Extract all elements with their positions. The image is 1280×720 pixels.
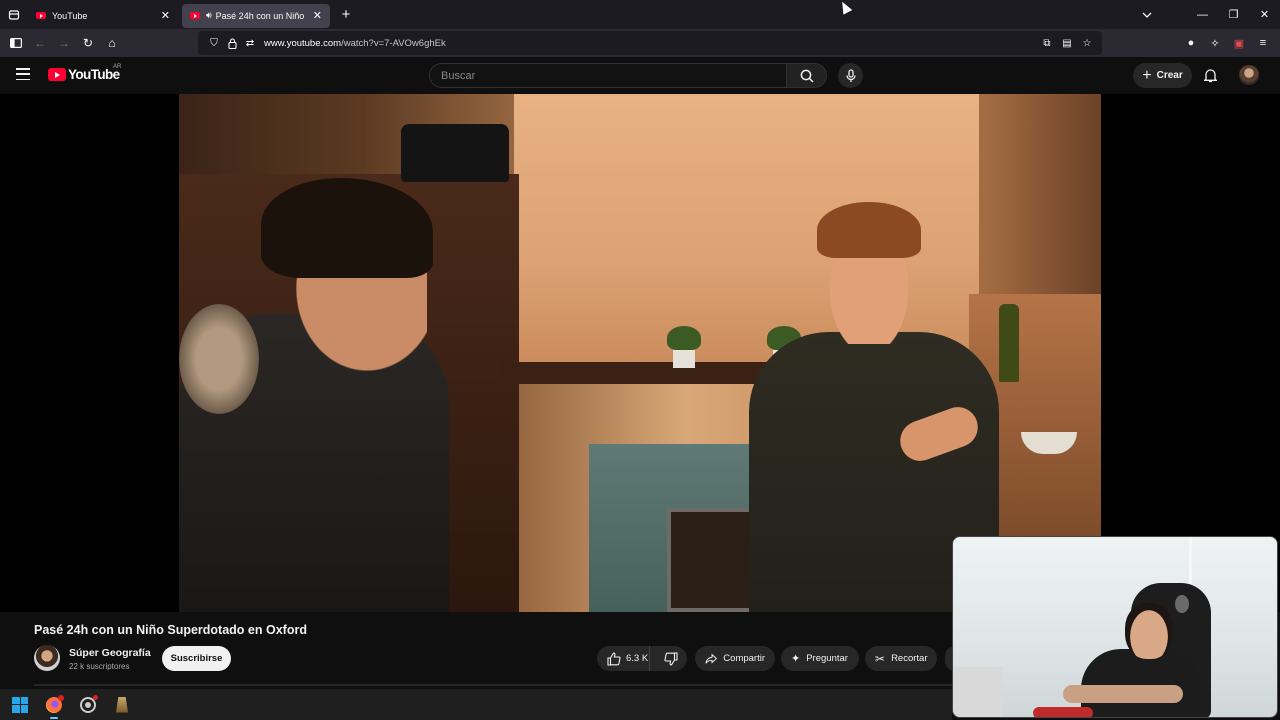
close-icon[interactable]: ✕ xyxy=(313,9,322,22)
video-scene-person-left xyxy=(179,178,469,612)
youtube-logo[interactable]: YouTube AR xyxy=(48,64,122,82)
reload-icon[interactable]: ↻ xyxy=(76,31,100,55)
url-path: /watch?v=7-AVOw6ghEk xyxy=(341,37,446,49)
thumbs-up-icon xyxy=(607,651,621,666)
browser-tab-strip: YouTube ✕ 🔊︎ Pasé 24h con un Niño Superd… xyxy=(0,0,1280,29)
minimize-icon[interactable]: — xyxy=(1187,0,1218,29)
share-label: Compartir xyxy=(723,653,765,664)
webcam-overlay xyxy=(952,536,1278,718)
reader-icon[interactable]: ▤ xyxy=(1060,35,1074,51)
account-icon[interactable]: ● xyxy=(1182,33,1200,53)
ask-label: Preguntar xyxy=(806,653,848,664)
video-frame[interactable] xyxy=(179,94,1101,612)
url-host: www.youtube.com xyxy=(264,37,342,49)
youtube-logo-text: YouTube xyxy=(68,67,120,82)
clip-button[interactable]: ✂ Recortar xyxy=(865,646,937,671)
url-text[interactable]: www.youtube.com/watch?v=7-AVOw6ghEk xyxy=(264,38,446,49)
video-scene-fireplace-opening xyxy=(667,508,755,612)
sparkle-icon: ✦ xyxy=(791,653,801,665)
like-dislike-group: 6.3 K xyxy=(597,646,687,671)
youtube-play-icon xyxy=(48,68,66,81)
video-title: Pasé 24h con un Niño Superdotado en Oxfo… xyxy=(34,623,307,637)
browser-toolbar: ← → ↻ ⌂ ⛉ ⇄ www.youtube.com/watch?v=7-AV… xyxy=(0,29,1280,57)
window-controls: — ❐ ✕ xyxy=(1187,0,1280,29)
firefox-icon[interactable] xyxy=(43,694,65,719)
thumbs-down-icon xyxy=(664,651,678,666)
home-icon[interactable]: ⌂ xyxy=(100,31,124,55)
plus-icon: + xyxy=(1142,66,1152,84)
create-button[interactable]: + Crear xyxy=(1133,63,1192,88)
microphone-icon xyxy=(845,68,856,82)
picture-in-picture-icon[interactable]: ⧉ xyxy=(1040,35,1054,51)
search-button[interactable] xyxy=(786,63,827,88)
voice-search-button[interactable] xyxy=(838,63,863,88)
tab-list-icon[interactable] xyxy=(0,0,28,29)
shield-icon[interactable]: ⛉ xyxy=(206,38,222,49)
menu-icon[interactable]: ≡ xyxy=(1254,33,1272,53)
bell-icon[interactable] xyxy=(1201,66,1219,84)
windows-start-icon[interactable] xyxy=(9,694,31,716)
permissions-icon[interactable]: ⇄ xyxy=(242,38,258,49)
tab-title: YouTube xyxy=(52,10,88,21)
create-label: Crear xyxy=(1156,70,1183,81)
dislike-button[interactable] xyxy=(656,646,687,671)
video-scene-bag xyxy=(401,124,509,182)
bookmark-star-icon[interactable]: ☆ xyxy=(1080,35,1094,51)
avatar[interactable] xyxy=(1239,65,1259,85)
chevron-down-icon[interactable] xyxy=(1138,6,1156,24)
tab-youtube[interactable]: YouTube ✕ xyxy=(28,4,178,28)
extensions-icon[interactable]: ✧ xyxy=(1206,33,1224,53)
ask-button[interactable]: ✦ Preguntar xyxy=(781,646,859,671)
channel-name[interactable]: Súper Geografía xyxy=(69,647,151,659)
youtube-favicon xyxy=(190,12,200,19)
hamburger-icon[interactable] xyxy=(16,68,30,80)
toolbar-right: ● ✧ ▣ ≡ xyxy=(1182,33,1272,53)
sidebar-icon[interactable] xyxy=(4,31,28,55)
forward-icon[interactable]: → xyxy=(52,31,76,55)
speaker-icon[interactable]: 🔊︎ xyxy=(206,10,212,21)
channel-avatar[interactable] xyxy=(34,645,60,671)
restore-icon[interactable]: ❐ xyxy=(1218,0,1249,29)
country-code: AR xyxy=(113,64,122,70)
new-tab-icon[interactable]: + xyxy=(332,3,360,27)
search-input[interactable]: Buscar xyxy=(429,63,786,88)
search-bar: Buscar xyxy=(429,63,827,88)
share-icon xyxy=(705,653,718,664)
address-bar[interactable]: ⛉ ⇄ www.youtube.com/watch?v=7-AVOw6ghEk … xyxy=(198,31,1102,55)
tab-title: Pasé 24h con un Niño Superdotado en Oxfo… xyxy=(215,10,307,21)
search-icon xyxy=(800,69,814,83)
close-icon[interactable]: ✕ xyxy=(1249,0,1280,29)
calendar-extension-icon[interactable]: ▣ xyxy=(1230,33,1248,53)
address-bar-actions: ⧉ ▤ ☆ xyxy=(1040,35,1094,51)
close-icon[interactable]: ✕ xyxy=(161,9,170,22)
screen: YouTube ✕ 🔊︎ Pasé 24h con un Niño Superd… xyxy=(0,0,1280,720)
youtube-favicon xyxy=(36,12,46,19)
share-button[interactable]: Compartir xyxy=(695,646,775,671)
divider xyxy=(34,684,954,686)
tab-current-video[interactable]: 🔊︎ Pasé 24h con un Niño Superdotado en O… xyxy=(182,3,330,28)
youtube-masthead: YouTube AR Buscar + Crear xyxy=(0,57,1280,94)
like-button[interactable]: 6.3 K xyxy=(597,646,650,671)
clip-label: Recortar xyxy=(891,653,928,664)
subscribe-button[interactable]: Suscribirse xyxy=(162,646,231,671)
subscriber-count: 22 k suscriptores xyxy=(69,662,130,671)
lock-icon[interactable] xyxy=(224,37,240,49)
like-count: 6.3 K xyxy=(626,653,649,664)
scissors-icon: ✂ xyxy=(875,651,886,666)
league-icon[interactable] xyxy=(111,694,133,716)
taskbar xyxy=(0,689,952,720)
chrome-icon[interactable] xyxy=(77,694,99,716)
back-icon[interactable]: ← xyxy=(28,31,52,55)
video-scene-plant xyxy=(667,326,701,368)
